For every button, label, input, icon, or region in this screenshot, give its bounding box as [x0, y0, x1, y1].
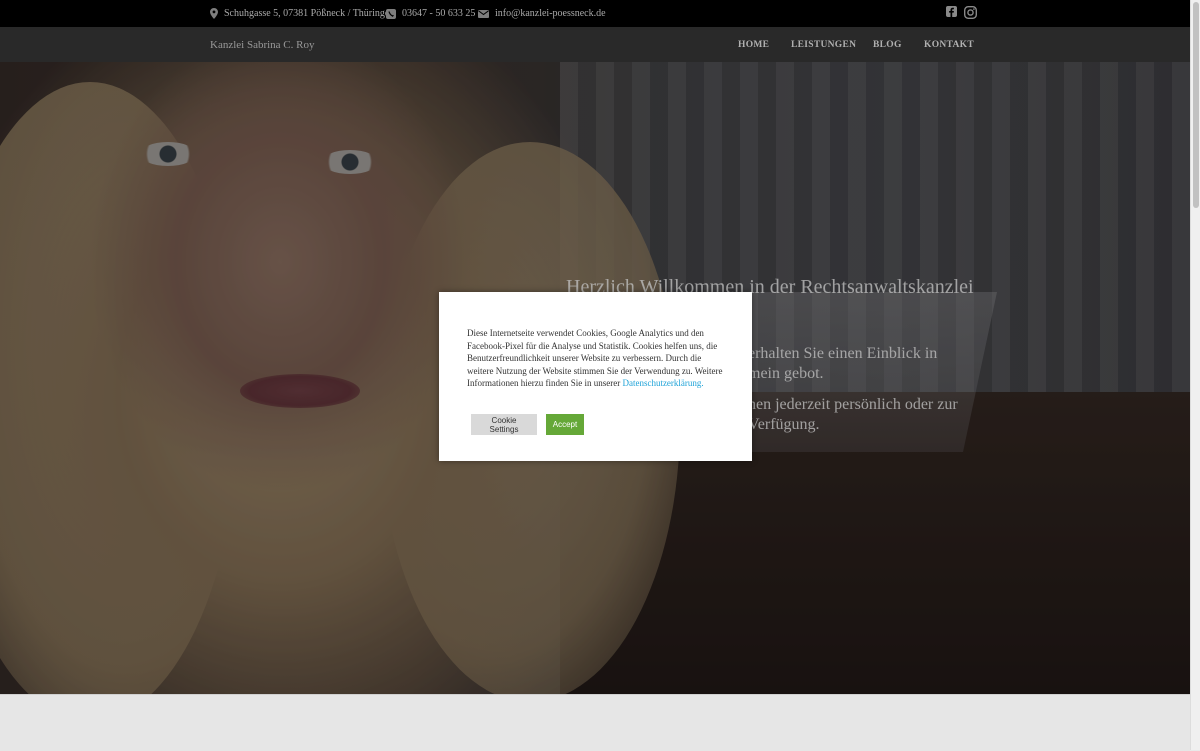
cookie-accept-button[interactable]: Accept	[546, 414, 584, 435]
page-scrollbar[interactable]	[1190, 0, 1200, 750]
next-section	[0, 694, 1190, 751]
cookie-settings-button[interactable]: Cookie Settings	[471, 414, 537, 435]
scrollbar-thumb[interactable]	[1193, 2, 1199, 208]
cookie-consent-modal: Diese Internetseite verwendet Cookies, G…	[439, 292, 752, 461]
cookie-message: Diese Internetseite verwendet Cookies, G…	[467, 327, 729, 390]
privacy-policy-link[interactable]: Datenschutzerklärung.	[622, 378, 703, 388]
